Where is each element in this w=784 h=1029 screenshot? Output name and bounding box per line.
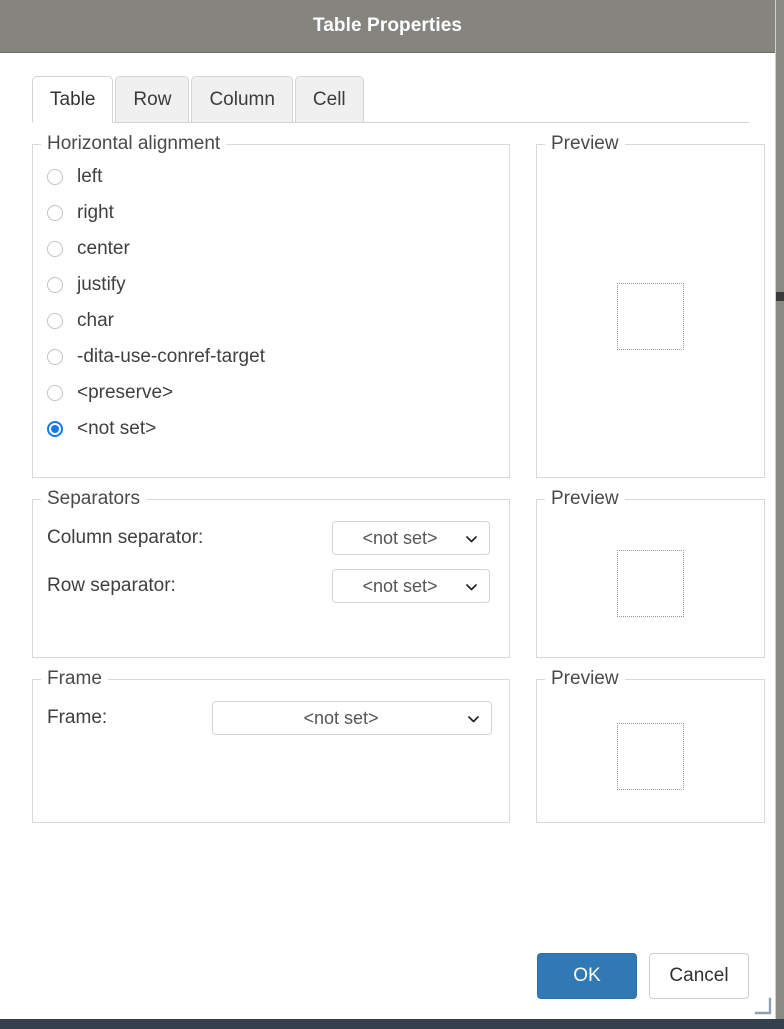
radio-label-right: right <box>77 202 114 223</box>
chevron-down-icon <box>468 714 479 725</box>
radio-label-justify: justify <box>77 274 126 295</box>
frame-column: Frame Frame: <not set> <box>32 668 510 823</box>
horizontal-alignment-group: Horizontal alignment left right center j… <box>32 133 510 478</box>
column-separator-row: Column separator: <not set> <box>47 514 495 562</box>
tab-row-label: Row <box>133 88 172 110</box>
separators-preview-legend: Preview <box>551 488 619 509</box>
dialog-body: Table Row Column Cell Horizontal alignme… <box>0 53 775 1019</box>
table-properties-dialog: Table Properties Table Row Column Cell H… <box>0 0 776 1019</box>
radio-icon-right[interactable] <box>47 205 63 221</box>
tab-panel-table: Horizontal alignment left right center j… <box>32 133 765 823</box>
separators-fields: Column separator: <not set> Row separato… <box>33 510 509 624</box>
alignment-preview-group: Preview <box>536 133 765 478</box>
frame-select[interactable]: <not set> <box>212 701 492 735</box>
tab-table[interactable]: Table <box>32 76 114 123</box>
radio-icon-preserve[interactable] <box>47 385 63 401</box>
ok-button-label: OK <box>573 965 601 986</box>
tab-column[interactable]: Column <box>191 76 293 123</box>
alignment-preview-column: Preview <box>536 133 765 478</box>
radio-option-not-set[interactable]: <not set> <box>47 411 495 447</box>
radio-option-right[interactable]: right <box>47 195 495 231</box>
alignment-column: Horizontal alignment left right center j… <box>32 133 510 478</box>
alignment-preview-legend: Preview <box>551 133 619 154</box>
row-separator-select[interactable]: <not set> <box>332 569 490 603</box>
row-separator-label: Row separator: <box>47 575 176 596</box>
row-separator-row: Row separator: <not set> <box>47 562 495 610</box>
separators-preview-area <box>537 510 764 657</box>
separators-group: Separators Column separator: <not set> R… <box>32 488 510 658</box>
radio-label-preserve: <preserve> <box>77 382 174 403</box>
radio-option-char[interactable]: char <box>47 303 495 339</box>
separators-column: Separators Column separator: <not set> R… <box>32 488 510 658</box>
radio-option-justify[interactable]: justify <box>47 267 495 303</box>
dialog-title: Table Properties <box>312 15 463 36</box>
radio-option-dita-use-conref-target[interactable]: -dita-use-conref-target <box>47 339 495 375</box>
frame-select-value: <not set> <box>303 707 379 728</box>
radio-option-left[interactable]: left <box>47 159 495 195</box>
frame-preview-square <box>617 722 684 790</box>
radio-label-not-set: <not set> <box>77 418 157 439</box>
cancel-button[interactable]: Cancel <box>649 953 749 999</box>
radio-icon-left[interactable] <box>47 169 63 185</box>
ok-button[interactable]: OK <box>537 953 637 999</box>
radio-option-center[interactable]: center <box>47 231 495 267</box>
column-separator-label: Column separator: <box>47 527 204 548</box>
frame-preview-legend: Preview <box>551 668 619 689</box>
dialog-titlebar: Table Properties <box>0 0 775 53</box>
tab-row[interactable]: Row <box>115 76 190 123</box>
radio-label-left: left <box>77 166 103 187</box>
alignment-section-row: Horizontal alignment left right center j… <box>32 133 765 478</box>
frame-group: Frame Frame: <not set> <box>32 668 510 823</box>
frame-field-label: Frame: <box>47 707 108 728</box>
dialog-footer: OK Cancel <box>537 953 749 999</box>
separators-section-row: Separators Column separator: <not set> R… <box>32 488 765 658</box>
tabstrip: Table Row Column Cell <box>32 75 749 123</box>
radio-icon-not-set[interactable] <box>47 421 63 437</box>
chevron-down-icon <box>466 582 477 593</box>
separators-preview-group: Preview <box>536 488 765 658</box>
frame-legend: Frame <box>47 668 102 689</box>
frame-preview-area <box>537 690 764 822</box>
chevron-down-icon <box>466 534 477 545</box>
frame-preview-column: Preview <box>536 668 765 823</box>
row-separator-value: <not set> <box>362 575 438 596</box>
radio-label-dita-use-conref-target: -dita-use-conref-target <box>77 346 265 367</box>
radio-icon-justify[interactable] <box>47 277 63 293</box>
separators-preview-square <box>617 550 684 617</box>
radio-label-char: char <box>77 310 114 331</box>
radio-icon-dita-use-conref-target[interactable] <box>47 349 63 365</box>
resize-grip-icon[interactable] <box>754 997 772 1015</box>
tab-cell-label: Cell <box>312 88 346 110</box>
alignment-preview-square <box>617 282 684 350</box>
column-separator-select[interactable]: <not set> <box>332 521 490 555</box>
background-app-strip <box>776 0 784 1019</box>
cancel-button-label: Cancel <box>669 965 729 986</box>
column-separator-value: <not set> <box>362 527 438 548</box>
alignment-preview-area <box>537 155 764 477</box>
tab-table-label: Table <box>50 88 96 110</box>
frame-fields: Frame: <not set> <box>33 690 509 756</box>
radio-label-center: center <box>77 238 130 259</box>
radio-icon-char[interactable] <box>47 313 63 329</box>
radio-option-preserve[interactable]: <preserve> <box>47 375 495 411</box>
background-app-marker <box>776 292 784 301</box>
horizontal-alignment-legend: Horizontal alignment <box>47 133 221 154</box>
tab-cell[interactable]: Cell <box>294 76 364 123</box>
radio-icon-center[interactable] <box>47 241 63 257</box>
separators-legend: Separators <box>47 488 140 509</box>
tab-column-label: Column <box>209 88 275 110</box>
frame-preview-group: Preview <box>536 668 765 823</box>
frame-row: Frame: <not set> <box>47 694 495 742</box>
bottom-accent-strip <box>0 1019 784 1029</box>
separators-preview-column: Preview <box>536 488 765 658</box>
horizontal-alignment-options: left right center justify char -dita-use… <box>33 155 509 461</box>
frame-section-row: Frame Frame: <not set> Preview <box>32 668 765 823</box>
